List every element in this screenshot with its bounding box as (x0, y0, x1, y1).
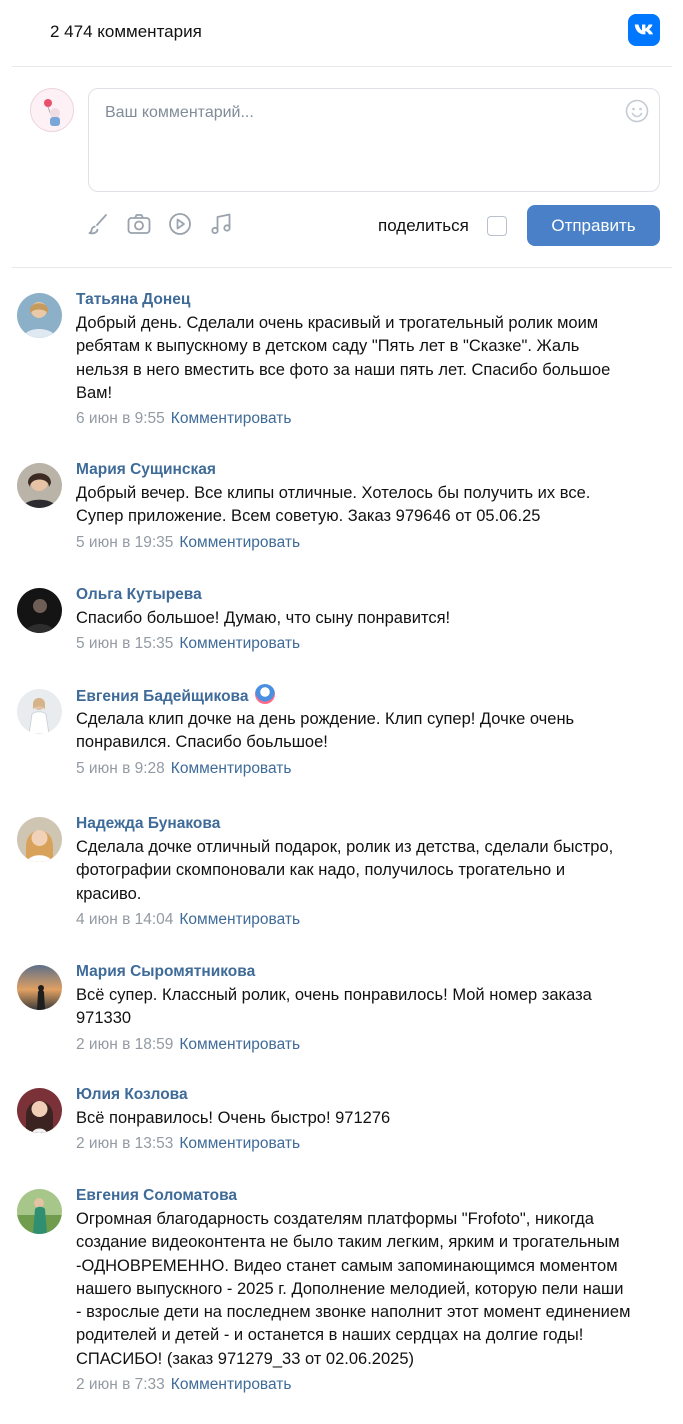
reply-link[interactable]: Комментировать (179, 1036, 300, 1053)
music-icon[interactable] (207, 210, 235, 238)
comment-author[interactable]: Ольга Кутырева (76, 583, 202, 607)
current-user-avatar (30, 88, 74, 132)
comment-author[interactable]: Татьяна Донец (76, 288, 190, 312)
reply-link[interactable]: Комментировать (171, 760, 292, 777)
comment-date[interactable]: 5 июн в 15:35 (76, 635, 173, 652)
header-divider (12, 66, 672, 67)
comment-date[interactable]: 2 июн в 13:53 (76, 1135, 173, 1152)
comment-meta: 5 июн в 9:28 Комментировать (76, 756, 671, 782)
avatar[interactable] (17, 293, 62, 338)
comments-header: 2 474 комментария (0, 0, 683, 66)
comment-date[interactable]: 6 июн в 9:55 (76, 410, 165, 427)
play-icon[interactable] (166, 210, 194, 238)
comment-item: Надежда Бунакова Сделала дочке отличный … (0, 812, 683, 960)
comment-text: Всё понравилось! Очень быстро! 971276 (76, 1109, 391, 1127)
avatar[interactable] (17, 817, 62, 862)
avatar[interactable] (17, 689, 62, 734)
reply-link[interactable]: Комментировать (179, 911, 300, 928)
avatar[interactable] (17, 965, 62, 1010)
avatar[interactable] (17, 1189, 62, 1234)
avatar[interactable] (17, 463, 62, 508)
comment-text: Сделала дочке отличный подарок, ролик из… (76, 838, 614, 903)
comment-meta: 4 июн в 14:04 Комментировать (76, 907, 671, 933)
comment-item: Евгения Соломатова Огромная благодарност… (0, 1184, 683, 1424)
comment-item: Евгения Бадейщикова Сделала клип дочке н… (0, 684, 683, 812)
smile-icon[interactable] (625, 99, 649, 123)
camera-icon[interactable] (125, 210, 153, 238)
comment-meta: 6 июн в 9:55 Комментировать (76, 406, 671, 432)
comment-author[interactable]: Евгения Соломатова (76, 1184, 237, 1208)
avatar[interactable] (17, 588, 62, 633)
comment-meta: 5 июн в 15:35 Комментировать (76, 631, 671, 657)
comment-meta: 2 июн в 7:33 Комментировать (76, 1372, 671, 1398)
comment-item: Мария Сыромятникова Всё супер. Классный … (0, 960, 683, 1083)
reply-link[interactable]: Комментировать (171, 1376, 292, 1393)
comment-text: Добрый вечер. Все клипы отличные. Хотело… (76, 484, 591, 526)
comment-text: Спасибо большое! Думаю, что сыну понрави… (76, 609, 451, 627)
comment-text: Сделала клип дочке на день рождение. Кли… (76, 710, 575, 752)
comment-meta: 2 июн в 18:59 Комментировать (76, 1032, 671, 1058)
comment-item: Мария Сущинская Добрый вечер. Все клипы … (0, 458, 683, 583)
share-label: поделиться (378, 216, 469, 235)
share-checkbox[interactable] (487, 216, 507, 236)
comment-date[interactable]: 5 июн в 19:35 (76, 534, 173, 551)
comment-item: Татьяна Донец Добрый день. Сделали очень… (0, 288, 683, 458)
comment-text: Добрый день. Сделали очень красивый и тр… (76, 314, 611, 402)
comment-meta: 5 июн в 19:35 Комментировать (76, 530, 671, 556)
comment-author[interactable]: Юлия Козлова (76, 1083, 188, 1107)
send-button[interactable]: Отправить (527, 205, 660, 246)
reply-link[interactable]: Комментировать (179, 635, 300, 652)
composer-divider (12, 267, 672, 268)
reply-link[interactable]: Комментировать (171, 410, 292, 427)
comment-item: Юлия Козлова Всё понравилось! Очень быст… (0, 1083, 683, 1184)
comment-author[interactable]: Евгения Бадейщикова (76, 684, 275, 708)
comment-author[interactable]: Мария Сущинская (76, 458, 216, 482)
vk-logo-icon[interactable] (628, 14, 660, 46)
comments-list: Татьяна Донец Добрый день. Сделали очень… (0, 288, 683, 1424)
comment-date[interactable]: 2 июн в 7:33 (76, 1376, 165, 1393)
comment-input-box[interactable] (88, 88, 660, 192)
comment-date[interactable]: 2 июн в 18:59 (76, 1036, 173, 1053)
comment-author[interactable]: Мария Сыромятникова (76, 960, 255, 984)
reply-link[interactable]: Комментировать (179, 534, 300, 551)
avatar[interactable] (17, 1088, 62, 1133)
comment-date[interactable]: 5 июн в 9:28 (76, 760, 165, 777)
comment-text: Огромная благодарность создателям платфо… (76, 1210, 631, 1368)
comment-author-name[interactable]: Евгения Бадейщикова (76, 688, 249, 705)
comment-count: 2 474 комментария (50, 22, 202, 41)
reply-link[interactable]: Комментировать (179, 1135, 300, 1152)
comment-meta: 2 июн в 13:53 Комментировать (76, 1131, 671, 1157)
comment-date[interactable]: 4 июн в 14:04 (76, 911, 173, 928)
comment-author[interactable]: Надежда Бунакова (76, 812, 220, 836)
badge-icon (254, 684, 275, 704)
brush-icon[interactable] (84, 210, 112, 238)
comment-input[interactable] (105, 101, 605, 125)
comment-text: Всё супер. Классный ролик, очень понрави… (76, 986, 592, 1028)
comment-item: Ольга Кутырева Спасибо большое! Думаю, ч… (0, 583, 683, 684)
